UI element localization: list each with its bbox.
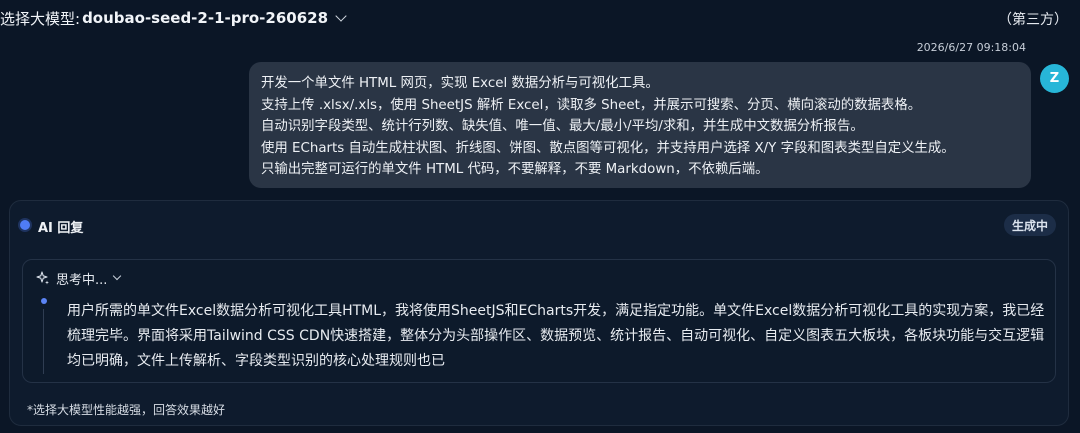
model-name: doubao-seed-2-1-pro-260628: [82, 9, 329, 27]
user-message-line: 开发一个单文件 HTML 网页，实现 Excel 数据分析与可视化工具。: [261, 76, 659, 91]
footer-note: *选择大模型性能越强，回答效果越好: [27, 403, 226, 417]
chevron-down-icon: [335, 10, 347, 22]
model-selector[interactable]: 选择大模型: doubao-seed-2-1-pro-260628: [0, 7, 347, 29]
thinking-content: 用户所需的单文件Excel数据分析可视化工具HTML，我将使用SheetJS和E…: [67, 303, 1045, 369]
ai-reply-title: AI 回复: [38, 221, 84, 236]
timeline-line: [43, 309, 44, 374]
header-bar: 选择大模型: doubao-seed-2-1-pro-260628 （第三方）: [0, 0, 1080, 38]
user-message-line: 支持上传 .xlsx/.xls，使用 SheetJS 解析 Excel，读取多 …: [261, 97, 922, 113]
user-message-line: 使用 ECharts 自动生成柱状图、折线图、饼图、散点图等可视化，并支持用户选…: [261, 140, 955, 156]
user-message-bubble: 开发一个单文件 HTML 网页，实现 Excel 数据分析与可视化工具。 支持上…: [249, 62, 1031, 188]
user-message-line: 只输出完整可运行的单文件 HTML 代码，不要解释，不要 Markdown，不依…: [261, 162, 769, 178]
message-timestamp: 2026/6/27 09:18:04: [916, 41, 1026, 54]
thinking-section: 思考中... 用户所需的单文件Excel数据分析可视化工具HTML，我将使用Sh…: [22, 259, 1056, 383]
ai-status-dot-icon: [20, 220, 30, 230]
user-avatar[interactable]: Z: [1040, 64, 1069, 93]
ai-reply-panel: AI 回复 生成中 思考中... 用户所需的单文件Excel数据分析可视化工具H…: [9, 200, 1069, 426]
third-party-label: （第三方）: [998, 12, 1068, 28]
status-badge: 生成中: [1003, 214, 1056, 236]
thinking-toggle[interactable]: 思考中...: [36, 269, 122, 288]
model-selector-label: 选择大模型:: [0, 9, 81, 28]
sparkle-icon: [36, 271, 49, 285]
user-message-line: 自动识别字段类型、统计行列数、缺失值、唯一值、最大/最小/平均/求和，并生成中文…: [261, 119, 864, 135]
chevron-down-icon: [113, 271, 122, 281]
timeline-dot-icon: [41, 298, 47, 304]
thinking-label: 思考中...: [56, 272, 108, 288]
